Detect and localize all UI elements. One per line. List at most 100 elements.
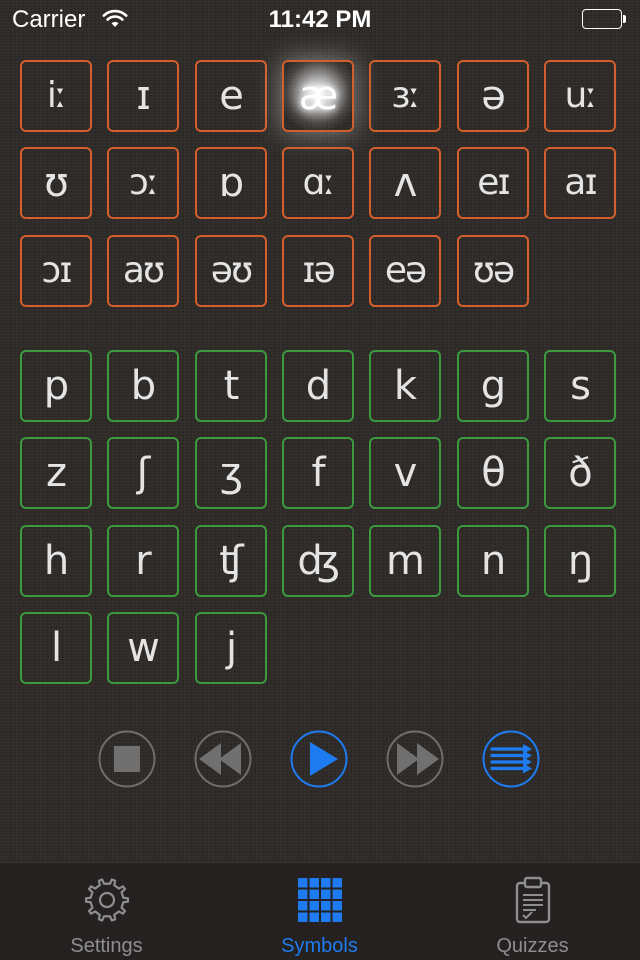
consonant-key[interactable]: θ <box>457 437 529 509</box>
vowel-key[interactable]: ɔɪ <box>20 235 92 307</box>
consonant-key[interactable]: z <box>20 437 92 509</box>
consonant-symbol: b <box>130 363 156 409</box>
consonant-symbol: g <box>480 363 506 409</box>
vowel-key[interactable]: ɑː <box>282 147 354 219</box>
vowel-symbol: ʊ <box>44 160 69 206</box>
vowel-symbol: ɒ <box>218 160 244 206</box>
consonant-key[interactable]: ð <box>544 437 616 509</box>
consonant-key[interactable]: ʧ <box>195 525 267 597</box>
consonant-symbol: r <box>135 538 151 584</box>
vowel-symbol: ɪ <box>136 73 151 119</box>
vowel-key[interactable]: eə <box>369 235 441 307</box>
consonant-key[interactable]: ʒ <box>195 437 267 509</box>
consonant-symbol: w <box>127 625 160 671</box>
vowel-key[interactable]: aʊ <box>107 235 179 307</box>
vowel-key[interactable]: ɔː <box>107 147 179 219</box>
consonant-symbol: ʃ <box>136 450 150 496</box>
consonant-symbol: t <box>223 363 240 409</box>
vowel-symbol: ɔː <box>129 162 159 203</box>
play-icon <box>290 730 348 788</box>
tab-quizzes[interactable]: Quizzes <box>426 863 639 960</box>
vowel-key[interactable]: ə <box>457 60 529 132</box>
consonant-key[interactable]: s <box>544 350 616 422</box>
consonant-key[interactable]: j <box>195 612 267 684</box>
vowel-key[interactable]: ɪ <box>107 60 179 132</box>
consonant-symbol: h <box>43 538 69 584</box>
vowel-symbol: ʌ <box>393 160 418 206</box>
tab-settings-label: Settings <box>70 935 143 957</box>
consonant-symbol: k <box>393 363 417 409</box>
vowel-key[interactable]: uː <box>544 60 616 132</box>
vowel-key[interactable]: ʊ <box>20 147 92 219</box>
consonant-key[interactable]: m <box>369 525 441 597</box>
clipboard-icon <box>508 875 558 925</box>
vowel-key[interactable]: e <box>195 60 267 132</box>
vowel-symbol: aʊ <box>122 250 165 291</box>
consonant-key[interactable]: ʤ <box>282 525 354 597</box>
fast-forward-button[interactable] <box>386 730 444 788</box>
consonant-symbol: ŋ <box>567 538 593 584</box>
consonant-symbol: v <box>393 450 418 496</box>
vowel-symbol: eə <box>384 250 427 291</box>
consonant-symbol: d <box>305 363 331 409</box>
consonant-symbol: ʤ <box>297 538 339 584</box>
consonant-symbol: s <box>570 363 591 409</box>
consonant-symbol: l <box>50 625 62 671</box>
consonant-symbol: z <box>46 450 67 496</box>
consonant-key[interactable]: ʃ <box>107 437 179 509</box>
vowel-symbol: æ <box>298 73 338 119</box>
tab-bar: Settings Symbols Quizzes <box>0 862 640 960</box>
vowel-symbol: ə <box>481 73 506 119</box>
consonant-symbol: ʧ <box>219 538 243 584</box>
consonant-key[interactable]: w <box>107 612 179 684</box>
vowel-symbol: uː <box>564 75 598 116</box>
grid-icon <box>295 875 345 925</box>
consonant-key[interactable]: f <box>282 437 354 509</box>
consonant-key[interactable]: l <box>20 612 92 684</box>
vowel-symbol: ʊə <box>472 250 515 291</box>
vowel-key[interactable]: ɪə <box>282 235 354 307</box>
battery-icon <box>582 9 628 31</box>
vowel-symbol: ɑː <box>302 162 336 203</box>
vowel-key[interactable]: æ <box>282 60 354 132</box>
tab-settings[interactable]: Settings <box>0 863 213 960</box>
vowel-key[interactable]: aɪ <box>544 147 616 219</box>
rewind-button[interactable] <box>194 730 252 788</box>
vowel-key[interactable]: eɪ <box>457 147 529 219</box>
play-button[interactable] <box>290 730 348 788</box>
tab-quizzes-label: Quizzes <box>496 935 569 957</box>
vowel-symbol: ɔɪ <box>41 250 72 291</box>
consonant-symbol: m <box>386 538 425 584</box>
vowel-key[interactable]: əʊ <box>195 235 267 307</box>
fast-forward-icon <box>386 730 444 788</box>
vowel-key[interactable]: ɒ <box>195 147 267 219</box>
tab-symbols[interactable]: Symbols <box>213 863 426 960</box>
consonant-key[interactable]: t <box>195 350 267 422</box>
vowel-key[interactable]: ʌ <box>369 147 441 219</box>
consonant-key[interactable]: v <box>369 437 441 509</box>
consonant-key[interactable]: b <box>107 350 179 422</box>
status-time: 11:42 PM <box>268 6 372 33</box>
consonant-symbol: f <box>311 450 325 496</box>
vowel-key[interactable]: ʊə <box>457 235 529 307</box>
consonant-key[interactable]: k <box>369 350 441 422</box>
consonant-key[interactable]: r <box>107 525 179 597</box>
vowel-key[interactable]: iː <box>20 60 92 132</box>
rewind-icon <box>194 730 252 788</box>
vowel-symbol: əʊ <box>210 250 253 291</box>
consonant-symbol: j <box>225 625 237 671</box>
playlist-button[interactable] <box>482 730 540 788</box>
gear-icon <box>82 875 132 925</box>
stop-button[interactable] <box>98 730 156 788</box>
vowel-key[interactable]: ɜː <box>369 60 441 132</box>
consonant-key[interactable]: d <box>282 350 354 422</box>
consonant-key[interactable]: g <box>457 350 529 422</box>
consonant-symbol: n <box>480 538 506 584</box>
tab-symbols-label: Symbols <box>281 935 358 957</box>
consonant-key[interactable]: p <box>20 350 92 422</box>
consonant-key[interactable]: ŋ <box>544 525 616 597</box>
consonant-key[interactable]: h <box>20 525 92 597</box>
consonant-key[interactable]: n <box>457 525 529 597</box>
consonant-symbol: θ <box>481 450 506 496</box>
vowel-symbol: e <box>219 73 244 119</box>
